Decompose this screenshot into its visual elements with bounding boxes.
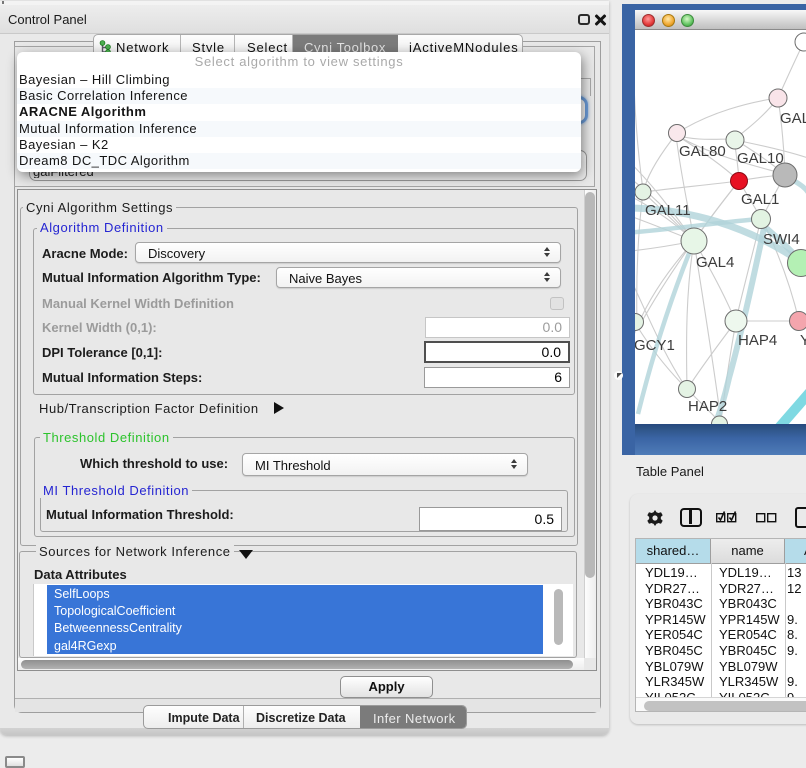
svg-text:GCY1: GCY1 xyxy=(635,337,675,354)
svg-text:GAL4: GAL4 xyxy=(696,254,734,271)
svg-text:HAP2: HAP2 xyxy=(688,398,727,415)
svg-text:HAP4: HAP4 xyxy=(738,332,777,349)
svg-text:GAL1: GAL1 xyxy=(741,191,779,208)
svg-text:GAL7: GAL7 xyxy=(780,110,806,127)
svg-text:GAL11: GAL11 xyxy=(645,202,691,219)
svg-text:GAL80: GAL80 xyxy=(679,143,726,160)
svg-text:Y: Y xyxy=(800,332,806,349)
svg-text:GAL10: GAL10 xyxy=(737,150,784,167)
svg-text:SWI4: SWI4 xyxy=(763,231,800,248)
